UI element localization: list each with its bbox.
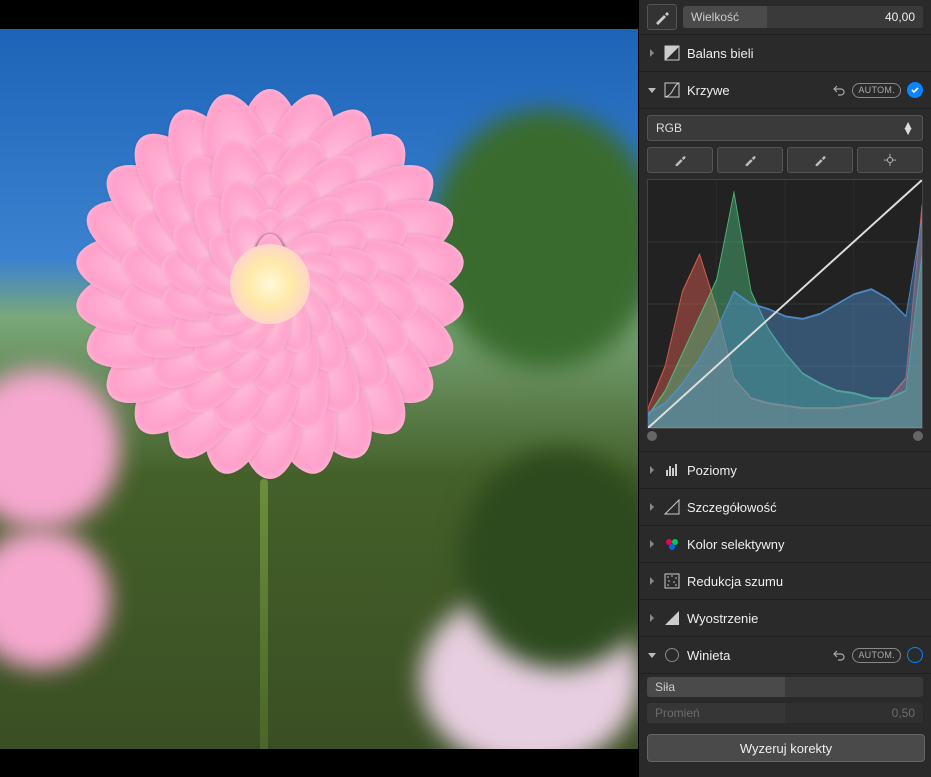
curves-enable-toggle[interactable] (907, 82, 923, 98)
brush-icon (654, 9, 670, 25)
sharpen-label: Wyostrzenie (687, 611, 923, 626)
noise-icon (663, 572, 681, 590)
disclosure-right-icon[interactable] (647, 48, 657, 58)
disclosure-right-icon[interactable] (647, 613, 657, 623)
eyedropper-icon (813, 153, 827, 167)
white-balance-icon (663, 44, 681, 62)
curves-body: RGB ▲▼ (639, 109, 931, 452)
disclosure-right-icon[interactable] (647, 502, 657, 512)
selective-color-header[interactable]: Kolor selektywny (639, 526, 931, 563)
image-preview (0, 0, 638, 777)
detail-label: Szczegółowość (687, 500, 923, 515)
eyedropper-icon (673, 153, 687, 167)
white-balance-label: Balans bieli (687, 46, 923, 61)
vignette-enable-toggle[interactable] (907, 647, 923, 663)
curves-icon (663, 81, 681, 99)
noise-label: Redukcja szumu (687, 574, 923, 589)
black-point-eyedropper[interactable] (647, 147, 713, 173)
curves-histogram[interactable] (647, 179, 923, 429)
size-label: Wielkość (691, 10, 739, 24)
vignette-strength-row: Siła (639, 674, 931, 700)
sharpen-header[interactable]: Wyostrzenie (639, 600, 931, 637)
radius-label: Promień (655, 706, 700, 720)
vignette-icon (663, 646, 681, 664)
disclosure-down-icon[interactable] (647, 650, 657, 660)
curves-label: Krzywe (687, 83, 826, 98)
white-point-handle[interactable] (913, 431, 923, 441)
detail-header[interactable]: Szczegółowość (639, 489, 931, 526)
vignette-radius-row: Promień 0,50 (639, 700, 931, 726)
size-slider[interactable]: Wielkość 40,00 (683, 6, 923, 28)
levels-icon (663, 461, 681, 479)
disclosure-right-icon[interactable] (647, 539, 657, 549)
levels-label: Poziomy (687, 463, 923, 478)
size-row: Wielkość 40,00 (639, 0, 931, 35)
curves-header[interactable]: Krzywe AUTOM. (639, 72, 931, 109)
white-point-eyedropper[interactable] (787, 147, 853, 173)
gray-point-eyedropper[interactable] (717, 147, 783, 173)
brush-size-icon-button[interactable] (647, 4, 677, 30)
vignette-label: Winieta (687, 648, 826, 663)
curves-channel-dropdown[interactable]: RGB ▲▼ (647, 115, 923, 141)
selective-color-label: Kolor selektywny (687, 537, 923, 552)
disclosure-right-icon[interactable] (647, 465, 657, 475)
dropdown-arrows-icon: ▲▼ (902, 122, 914, 134)
add-curve-point[interactable] (857, 147, 923, 173)
curves-undo-button[interactable] (832, 83, 846, 97)
levels-header[interactable]: Poziomy (639, 452, 931, 489)
noise-reduction-header[interactable]: Redukcja szumu (639, 563, 931, 600)
vignette-undo-button[interactable] (832, 648, 846, 662)
sharpen-icon (663, 609, 681, 627)
vignette-radius-slider[interactable]: Promień 0,50 (647, 703, 923, 723)
size-value: 40,00 (885, 10, 915, 24)
vignette-auto-button[interactable]: AUTOM. (852, 648, 901, 663)
white-balance-header[interactable]: Balans bieli (639, 35, 931, 72)
radius-value: 0,50 (892, 706, 915, 720)
black-point-handle[interactable] (647, 431, 657, 441)
disclosure-down-icon[interactable] (647, 85, 657, 95)
photo-canvas (0, 29, 638, 749)
vignette-header[interactable]: Winieta AUTOM. (639, 637, 931, 674)
strength-label: Siła (655, 680, 675, 694)
selective-color-icon (663, 535, 681, 553)
curves-channel-value: RGB (656, 121, 682, 135)
reset-label: Wyzeruj korekty (740, 741, 832, 756)
detail-icon (663, 498, 681, 516)
target-icon (883, 153, 897, 167)
vignette-strength-slider[interactable]: Siła (647, 677, 923, 697)
adjustments-panel: Wielkość 40,00 Balans bieli Krzywe (638, 0, 931, 777)
eyedropper-icon (743, 153, 757, 167)
reset-adjustments-button[interactable]: Wyzeruj korekty (647, 734, 925, 762)
disclosure-right-icon[interactable] (647, 576, 657, 586)
curves-auto-button[interactable]: AUTOM. (852, 83, 901, 98)
